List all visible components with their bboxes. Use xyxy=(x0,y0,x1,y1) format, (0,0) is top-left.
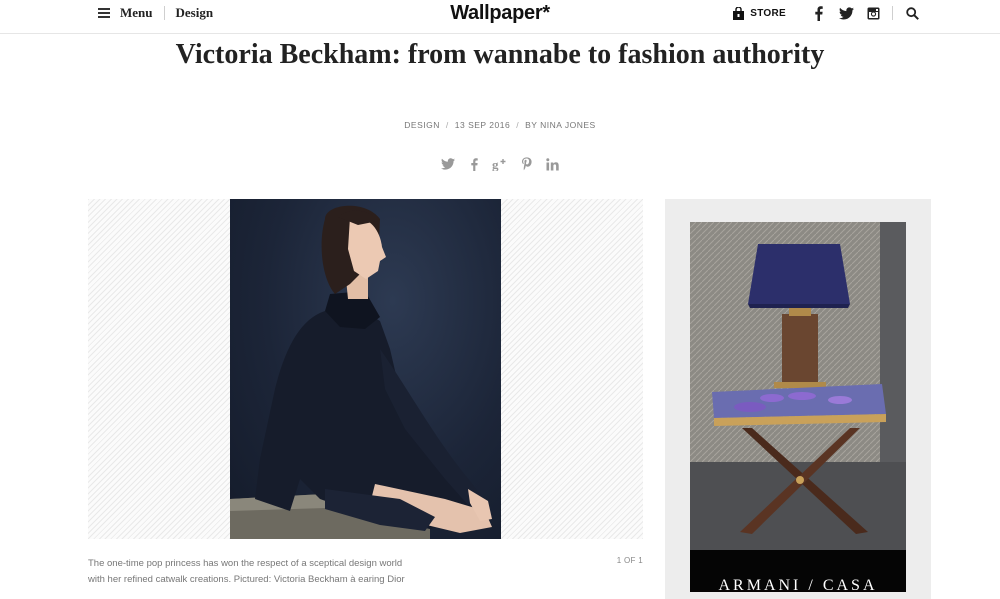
armani-casa-advert[interactable]: ARMANI / CASA xyxy=(690,222,906,592)
article-category[interactable]: DESIGN xyxy=(404,120,440,130)
meta-separator: / xyxy=(516,120,520,130)
search-icon[interactable] xyxy=(904,5,920,21)
advert-brand-name: ARMANI / CASA xyxy=(718,577,878,592)
twitter-icon[interactable] xyxy=(838,5,854,21)
gallery-counter: 1 OF 1 xyxy=(616,556,643,565)
store-link[interactable]: STORE xyxy=(750,8,786,19)
article-date: 13 SEP 2016 xyxy=(454,120,511,130)
top-navigation-bar: Menu Design Wallpaper* STORE xyxy=(0,0,1000,34)
facebook-icon[interactable] xyxy=(811,5,827,21)
article-meta: DESIGN / 13 SEP 2016 / BY NINA JONES xyxy=(0,120,1000,130)
advertisement-panel: ARMANI / CASA xyxy=(665,199,931,599)
google-plus-icon[interactable]: g xyxy=(491,155,509,173)
article-byline[interactable]: BY NINA JONES xyxy=(525,120,596,130)
header-divider xyxy=(892,6,893,20)
share-bar: g xyxy=(0,155,1000,173)
article-title: Victoria Beckham: from wannabe to fashio… xyxy=(175,39,825,70)
pinterest-icon[interactable] xyxy=(517,155,535,173)
facebook-icon[interactable] xyxy=(465,155,483,173)
twitter-icon[interactable] xyxy=(439,155,457,173)
image-gallery[interactable] xyxy=(88,199,643,539)
linkedin-icon[interactable] xyxy=(543,155,561,173)
svg-text:g: g xyxy=(492,157,499,171)
advert-lamp-table-image xyxy=(690,222,906,550)
instagram-icon[interactable] xyxy=(865,5,881,21)
meta-separator: / xyxy=(445,120,449,130)
store-bag-icon[interactable] xyxy=(733,6,745,20)
victoria-beckham-portrait-photo xyxy=(230,199,501,539)
header-tools: STORE xyxy=(733,4,920,22)
photo-caption: The one-time pop princess has won the re… xyxy=(88,558,405,585)
